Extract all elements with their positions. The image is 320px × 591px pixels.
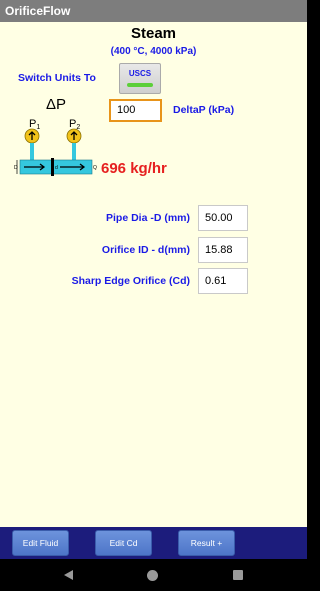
dim-Q: Q xyxy=(93,165,97,171)
system-nav-bar xyxy=(0,559,307,591)
home-icon[interactable] xyxy=(147,570,158,581)
bottom-toolbar: Edit Fluid Edit Cd Result + xyxy=(0,527,307,559)
flow-result: 696 kg/hr xyxy=(101,160,167,177)
orifice-id-label: Orifice ID - d(mm) xyxy=(101,244,190,256)
pipe-dia-label: Pipe Dia -D (mm) xyxy=(105,212,190,224)
delta-p-label: DeltaP (kPa) xyxy=(173,104,235,116)
fluid-name: Steam xyxy=(130,25,177,42)
delta-p-symbol: ΔP xyxy=(46,96,66,113)
result-button[interactable]: Result + xyxy=(178,530,235,556)
edit-cd-button[interactable]: Edit Cd xyxy=(95,530,152,556)
edit-fluid-button[interactable]: Edit Fluid xyxy=(12,530,69,556)
dim-D: D xyxy=(14,165,18,171)
app-title-bar: OrificeFlow xyxy=(0,0,307,22)
switch-units-label: Switch Units To xyxy=(18,72,96,84)
dim-d: d xyxy=(55,165,58,171)
p2-gauge-icon xyxy=(66,128,82,160)
switch-units-indicator xyxy=(127,83,153,87)
orifice-diagram: ΔP P1 P2 D d Q xyxy=(14,96,97,176)
main-content: Steam (400 °C, 4000 kPa) Switch Units To… xyxy=(0,22,307,527)
pipe-dia-field[interactable]: 50.00 xyxy=(198,205,248,231)
switch-units-button-label: USCS xyxy=(128,69,152,78)
delta-p-input[interactable]: 100 xyxy=(109,99,162,122)
switch-units-button[interactable]: USCS xyxy=(119,63,161,94)
p1-gauge-icon xyxy=(24,128,40,160)
cd-label: Sharp Edge Orifice (Cd) xyxy=(71,275,190,287)
fluid-conditions: (400 °C, 4000 kPa) xyxy=(110,46,197,57)
app-title: OrificeFlow xyxy=(5,4,71,18)
orifice-id-field[interactable]: 15.88 xyxy=(198,237,248,263)
back-icon[interactable] xyxy=(64,570,73,580)
recent-apps-icon[interactable] xyxy=(233,570,243,580)
cd-field[interactable]: 0.61 xyxy=(198,268,248,294)
